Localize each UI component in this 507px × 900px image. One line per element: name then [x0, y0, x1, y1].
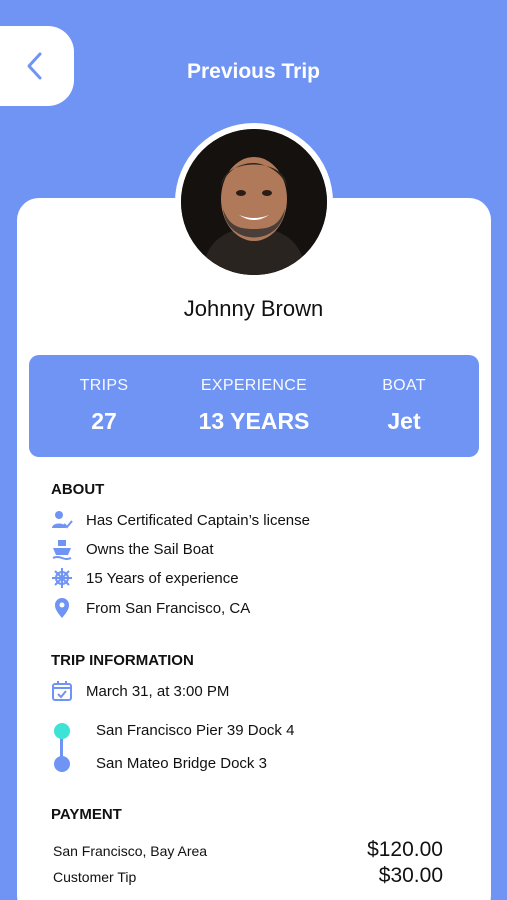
about-item-text: Owns the Sail Boat — [86, 541, 214, 558]
payment-row: Customer Tip $30.00 — [53, 864, 443, 888]
route-end-dot — [54, 756, 70, 772]
payment-label: Customer Tip — [53, 869, 136, 885]
user-check-icon — [51, 509, 73, 531]
stat-label: TRIPS — [29, 377, 179, 395]
avatar — [175, 123, 333, 281]
about-item: 15 Years of experience — [51, 567, 239, 589]
stat-experience: EXPERIENCE 13 YEARS — [179, 355, 329, 457]
stat-value: 27 — [29, 408, 179, 435]
stat-boat: BOAT Jet — [329, 355, 479, 457]
about-title: ABOUT — [51, 481, 104, 498]
location-pin-icon — [51, 597, 73, 619]
stat-value: 13 YEARS — [179, 408, 329, 435]
about-item: From San Francisco, CA — [51, 597, 250, 619]
payment-title: PAYMENT — [51, 806, 122, 823]
avatar-photo — [181, 129, 327, 275]
profile-name: Johnny Brown — [0, 296, 507, 322]
payment-row: San Francisco, Bay Area $120.00 — [53, 838, 443, 862]
stats-panel: TRIPS 27 EXPERIENCE 13 YEARS BOAT Jet — [29, 355, 479, 457]
payment-amount: $30.00 — [379, 864, 443, 888]
stat-label: BOAT — [329, 377, 479, 395]
page-title: Previous Trip — [0, 60, 507, 84]
route-start-dot — [54, 723, 70, 739]
about-item: Has Certificated Captain’s license — [51, 509, 310, 531]
calendar-icon — [51, 680, 73, 702]
route-end: San Mateo Bridge Dock 3 — [96, 755, 267, 772]
stat-trips: TRIPS 27 — [29, 355, 179, 457]
payment-label: San Francisco, Bay Area — [53, 843, 207, 859]
ship-wheel-icon — [51, 567, 73, 589]
route-start: San Francisco Pier 39 Dock 4 — [96, 722, 294, 739]
stat-value: Jet — [329, 408, 479, 435]
payment-amount: $120.00 — [367, 838, 443, 862]
trip-date-row: March 31, at 3:00 PM — [51, 680, 229, 702]
trip-info-title: TRIP INFORMATION — [51, 652, 194, 669]
about-item-text: Has Certificated Captain’s license — [86, 512, 310, 529]
stat-label: EXPERIENCE — [179, 377, 329, 395]
boat-icon — [51, 538, 73, 560]
about-item-text: From San Francisco, CA — [86, 600, 250, 617]
trip-date: March 31, at 3:00 PM — [86, 683, 229, 700]
about-item-text: 15 Years of experience — [86, 570, 239, 587]
about-item: Owns the Sail Boat — [51, 538, 214, 560]
